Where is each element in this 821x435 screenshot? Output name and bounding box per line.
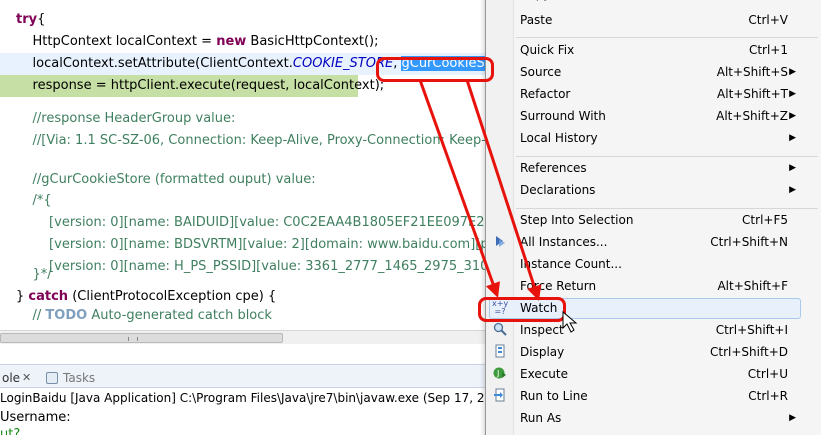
menu-item-label: Copy Qualified Name (520, 0, 647, 5)
submenu-arrow-icon: ▶ (789, 111, 796, 121)
menu-item-shortcut: Ctrl+R (748, 389, 788, 403)
run-to-line-icon (492, 388, 508, 404)
code-token: // (16, 308, 46, 323)
code-token: }*/ (16, 267, 52, 282)
code-line[interactable]: response = httpClient.execute(request, l… (0, 75, 384, 97)
instances-icon (492, 234, 508, 250)
code-token: new (216, 34, 247, 49)
menu-item-local-history[interactable]: Local History ▶ (486, 127, 821, 149)
menu-item-label: Force Return (520, 279, 597, 293)
submenu-arrow-icon: ▶ (789, 163, 796, 173)
menu-item-label: Inspect (520, 323, 564, 337)
menu-item-shortcut: Alt+Shift+Z (716, 109, 788, 123)
annotation-highlight-selection (376, 57, 494, 82)
close-icon[interactable]: ✕ (22, 369, 31, 387)
scrollbar-grip (128, 337, 138, 341)
code-token: HttpContext localContext = (16, 34, 217, 49)
menu-item-label: Display (520, 345, 565, 359)
menu-item-shortcut: Ctrl+Shift+D (710, 345, 788, 359)
code-token: TODO (45, 308, 88, 323)
code-token: { (37, 12, 46, 27)
menu-item-references[interactable]: References ▶ (486, 157, 821, 179)
menu-item-instance-count[interactable]: Instance Count... (486, 253, 821, 275)
menu-item-label: Local History (520, 131, 598, 145)
menu-item-label: Declarations (520, 183, 596, 197)
submenu-arrow-icon: ▶ (789, 89, 796, 99)
tab-console[interactable]: ole (2, 369, 20, 387)
code-token: //gCurCookieStore (formatted ouput) valu… (16, 172, 316, 187)
menu-item-declarations[interactable]: Declarations ▶ (486, 179, 821, 201)
code-token: } (16, 289, 29, 304)
menu-item-shortcut: Ctrl+V (748, 13, 788, 27)
menu-item-label: Surround With (520, 109, 606, 123)
code-token: catch (28, 289, 69, 304)
code-token: localContext.setAttribute(ClientContext. (16, 56, 293, 71)
code-token: BasicHttpContext(); (246, 34, 379, 49)
menu-item-source[interactable]: Source Alt+Shift+S ▶ (486, 61, 821, 83)
scrollbar-thumb[interactable] (0, 333, 283, 343)
menu-item-force-return[interactable]: Force Return Alt+Shift+F (486, 275, 821, 297)
editor-horizontal-scrollbar[interactable] (0, 330, 485, 344)
menu-item-paste[interactable]: Paste Ctrl+V (486, 9, 821, 31)
code-token: Auto-generated catch block (87, 308, 272, 323)
menu-item-shortcut: Alt+Shift+T (717, 87, 788, 101)
menu-item-label: Step Into Selection (520, 213, 634, 227)
menu-item-label: Refactor (520, 87, 571, 101)
menu-item-label: Source (520, 65, 562, 79)
console-output-line: ut? (0, 427, 21, 435)
menu-item-run-to-line[interactable]: Run to Line Ctrl+R (486, 385, 821, 407)
display-icon (492, 344, 508, 360)
menu-item-copy-qualified-name[interactable]: Copy Qualified Name (486, 0, 821, 5)
console-process-info: LoginBaidu [Java Application] C:\Program… (0, 388, 485, 408)
menu-item-shortcut: Alt+Shift+F (717, 279, 788, 293)
menu-item-shortcut: Ctrl+Shift+N (710, 235, 788, 249)
menu-item-label: Instance Count... (520, 257, 622, 271)
menu-item-shortcut: Ctrl+F5 (742, 213, 788, 227)
menu-item-step-into-selection[interactable]: Step Into Selection Ctrl+F5 (486, 209, 821, 231)
menu-item-surround-with[interactable]: Surround With Alt+Shift+Z ▶ (486, 105, 821, 127)
menu-item-label: Quick Fix (520, 43, 575, 57)
code-token: try (16, 12, 38, 27)
annotation-highlight-watch (478, 297, 566, 322)
menu-item-display[interactable]: Display Ctrl+Shift+D (486, 341, 821, 363)
menu-separator (516, 37, 818, 38)
svg-text:J: J (496, 369, 499, 378)
code-token: response = httpClient.execute(request, l… (16, 78, 385, 93)
menu-item-label: References (520, 161, 587, 175)
menu-item-shortcut: Ctrl+U (747, 367, 788, 381)
menu-item-refactor[interactable]: Refactor Alt+Shift+T ▶ (486, 83, 821, 105)
execute-icon: J (492, 366, 508, 382)
submenu-arrow-icon: ▶ (789, 133, 796, 143)
menu-item-shortcut: Ctrl+Shift+I (715, 323, 788, 337)
menu-item-all-instances[interactable]: All Instances... Ctrl+Shift+N (486, 231, 821, 253)
code-token: /*{ (16, 193, 52, 208)
submenu-arrow-icon: ▶ (789, 185, 796, 195)
code-token: [version: 0][name: BAIDUID][value: C0C2E… (16, 215, 520, 230)
submenu-arrow-icon: ▶ (789, 67, 796, 77)
menu-item-execute[interactable]: J Execute Ctrl+U (486, 363, 821, 385)
menu-item-quick-fix[interactable]: Quick Fix Ctrl+1 (486, 39, 821, 61)
menu-item-shortcut: Ctrl+1 (748, 43, 788, 57)
code-token: //response HeaderGroup value: (16, 111, 236, 126)
code-token: (ClientProtocolException cpe) { (68, 289, 277, 304)
code-token: [version: 0][name: BDSVRTM][value: 2][do… (16, 237, 523, 252)
menu-item-label: Paste (520, 13, 553, 27)
menu-item-label: Run to Line (520, 389, 588, 403)
context-menu: Copy Qualified Name Paste Ctrl+V Quick Fix C… (485, 0, 821, 435)
menu-item-inspect[interactable]: Inspect Ctrl+Shift+I (486, 319, 821, 341)
menu-item-shortcut: Alt+Shift+S (716, 65, 788, 79)
code-token: //[Via: 1.1 SC-SZ-06, Connection: Keep-A… (16, 133, 502, 148)
menu-item-run-as[interactable]: Run As ▶ (486, 407, 821, 429)
menu-separator (516, 208, 818, 209)
menu-item-label: All Instances... (520, 235, 608, 249)
menu-separator (516, 156, 818, 157)
tab-tasks[interactable]: Tasks (63, 369, 95, 387)
menu-item-label: Run As (520, 411, 562, 425)
tasks-icon (46, 372, 58, 384)
console-tab-bar: ole ✕ Tasks (0, 364, 485, 388)
inspect-icon (492, 322, 508, 338)
menu-item-label: Execute (520, 367, 568, 381)
submenu-arrow-icon: ▶ (789, 413, 796, 423)
